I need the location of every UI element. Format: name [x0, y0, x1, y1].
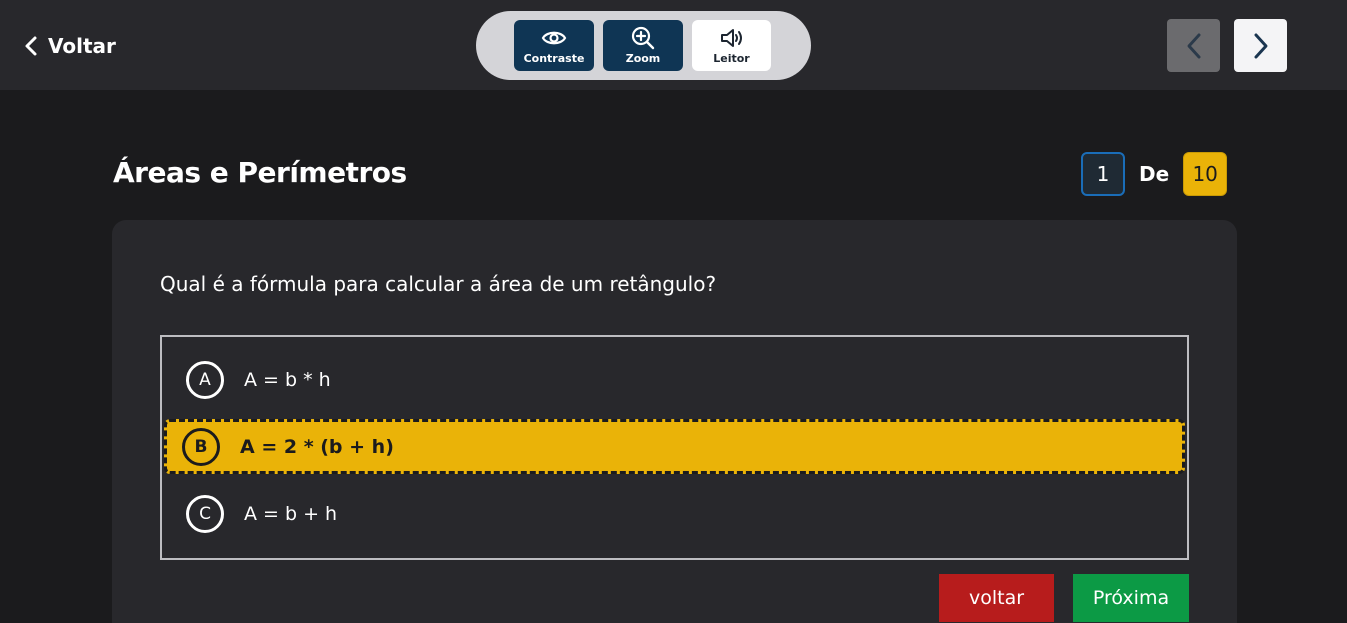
current-question-number: 1: [1081, 152, 1125, 196]
zoom-button[interactable]: Zoom: [603, 20, 683, 71]
chevron-left-icon: [25, 36, 37, 56]
zoom-label: Zoom: [625, 52, 661, 65]
option-b[interactable]: B A = 2 * (b + h): [164, 419, 1185, 474]
next-button[interactable]: Próxima: [1073, 574, 1189, 622]
option-a[interactable]: A A = b * h: [162, 353, 1187, 407]
reader-button[interactable]: Leitor: [692, 20, 771, 71]
option-text: A = b * h: [244, 369, 331, 391]
option-text: A = b + h: [244, 503, 338, 525]
contrast-button[interactable]: Contraste: [514, 20, 594, 71]
option-text: A = 2 * (b + h): [240, 435, 394, 458]
back-button[interactable]: voltar: [939, 574, 1054, 622]
reader-label: Leitor: [713, 52, 750, 65]
question-card: Qual é a fórmula para calcular a área de…: [112, 220, 1237, 623]
option-letter: B: [182, 427, 220, 466]
previous-page-button[interactable]: [1167, 19, 1220, 72]
eye-icon: [541, 31, 567, 45]
total-questions: 10: [1183, 152, 1228, 196]
back-link-label: Voltar: [48, 34, 116, 58]
question-counter: 1 De 10: [1081, 152, 1228, 196]
zoom-in-icon: [631, 26, 655, 50]
speaker-icon: [720, 29, 742, 47]
accessibility-toolbar: Contraste Zoom Leitor: [476, 11, 811, 80]
next-page-button[interactable]: [1234, 19, 1287, 72]
counter-separator: De: [1139, 162, 1170, 186]
option-c[interactable]: C A = b + h: [162, 487, 1187, 541]
contrast-label: Contraste: [523, 52, 585, 65]
chevron-left-icon: [1187, 33, 1200, 58]
question-text: Qual é a fórmula para calcular a área de…: [160, 272, 717, 296]
answer-options: A A = b * h B A = 2 * (b + h) C A = b + …: [160, 335, 1189, 560]
back-link[interactable]: Voltar: [22, 30, 116, 62]
top-bar: Voltar Contraste Zoom Leitor: [0, 0, 1347, 90]
option-letter: A: [186, 361, 224, 399]
quiz-title: Áreas e Perímetros: [113, 156, 407, 189]
chevron-right-icon: [1254, 33, 1267, 58]
option-letter: C: [186, 495, 224, 533]
